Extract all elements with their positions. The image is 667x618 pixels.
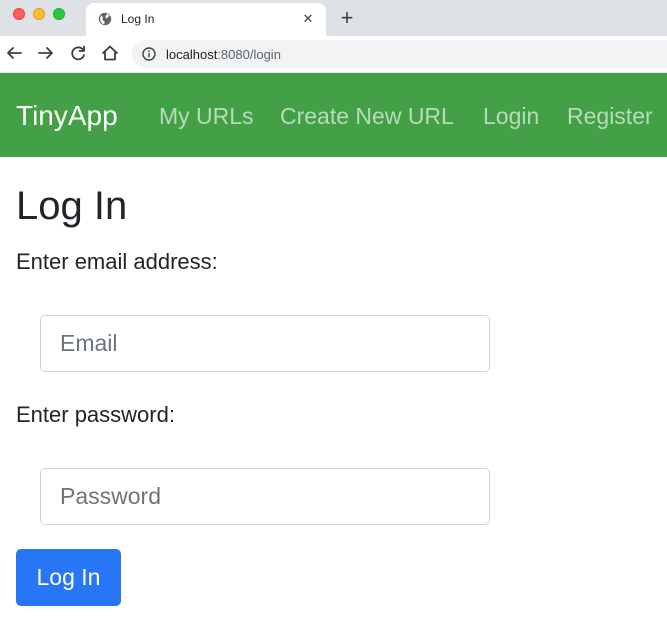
password-label: Enter password: [16, 402, 175, 427]
browser-tab[interactable]: Log In ✕ [86, 3, 326, 36]
url-host: localhost [166, 47, 218, 62]
email-field[interactable] [40, 315, 490, 372]
address-url: localhost:8080/login [166, 47, 281, 62]
tab-title: Log In [121, 12, 155, 26]
info-icon[interactable] [142, 47, 156, 61]
window-minimize-button[interactable] [33, 8, 45, 20]
arrow-left-icon[interactable] [3, 42, 25, 64]
page-title: Log In [16, 184, 128, 228]
window-close-button[interactable] [13, 8, 25, 20]
tab-strip: Log In ✕ + [0, 0, 667, 36]
email-label: Enter email address: [16, 249, 218, 274]
arrow-right-icon[interactable] [35, 42, 57, 64]
nav-link-create-new-url[interactable]: Create New URL [280, 103, 454, 130]
password-field[interactable] [40, 468, 490, 525]
window-maximize-button[interactable] [53, 8, 65, 20]
login-submit-button[interactable]: Log In [16, 549, 121, 606]
reload-icon[interactable] [67, 42, 89, 64]
url-path: :8080/login [217, 47, 281, 62]
nav-link-login[interactable]: Login [483, 103, 539, 130]
nav-link-my-urls[interactable]: My URLs [159, 103, 254, 130]
tab-close-icon[interactable]: ✕ [300, 11, 316, 27]
brand-link[interactable]: TinyApp [16, 100, 118, 132]
navbar: TinyApp My URLs Create New URL Login Reg… [0, 73, 667, 157]
nav-link-register[interactable]: Register [567, 103, 653, 130]
address-bar[interactable]: localhost:8080/login [132, 40, 667, 68]
home-icon[interactable] [99, 42, 121, 64]
browser-toolbar: localhost:8080/login [0, 36, 667, 73]
globe-icon [98, 12, 112, 26]
new-tab-button[interactable]: + [336, 6, 358, 30]
